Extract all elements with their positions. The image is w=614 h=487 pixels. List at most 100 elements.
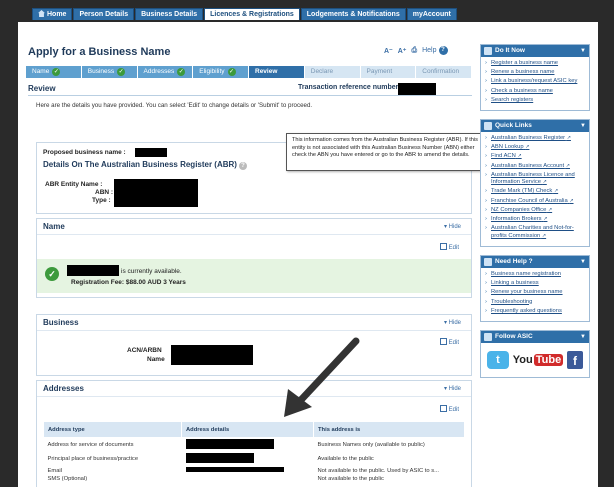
check-icon: ✓	[177, 68, 186, 76]
type-label: Type :	[92, 197, 111, 204]
sidebar-link[interactable]: Renew your business name	[485, 289, 585, 297]
sidebar-link[interactable]: Australian Charities and Not-for-profits…	[485, 225, 585, 240]
abn-label: ABN :	[95, 189, 114, 196]
name-edit-link[interactable]: Edit	[439, 243, 459, 251]
sidebar-link[interactable]: Australian Business Account ↗	[485, 163, 585, 171]
step-eligibility[interactable]: Eligibility ✓	[193, 66, 249, 78]
sidebar-link[interactable]: Renew a business name	[485, 69, 585, 77]
sidebar-link[interactable]: Australian Business Register ↗	[485, 135, 585, 143]
availability-text: is currently available.	[121, 268, 182, 275]
name-section: Name ▾ Hide Edit ✓ is currently availabl…	[36, 218, 472, 298]
do-it-now-box: Do It Now▼ Register a business name Rene…	[480, 44, 590, 111]
sidebar-link[interactable]: NZ Companies Office ↗	[485, 207, 585, 215]
twitter-icon[interactable]: t	[486, 350, 509, 369]
redacted-address	[185, 453, 254, 463]
external-link-icon: ↗	[541, 232, 547, 239]
sidebar: Do It Now▼ Register a business name Rene…	[480, 44, 590, 386]
sidebar-link[interactable]: Frequently asked questions	[485, 308, 585, 316]
help-icon: ?	[438, 46, 448, 55]
column-header: Address details	[181, 421, 314, 438]
page-title: Apply for a Business Name	[28, 46, 171, 58]
sidebar-link[interactable]: Link a business/request ASIC key	[485, 78, 585, 86]
business-section-header: Business ▾ Hide	[37, 315, 471, 331]
follow-asic-header[interactable]: Follow ASIC ▼	[481, 330, 589, 343]
business-edit-link[interactable]: Edit	[439, 338, 459, 346]
print-icon[interactable]: ⎙	[412, 47, 418, 55]
acn-label: ACN/ARBN	[127, 347, 162, 354]
step-payment: Payment	[360, 66, 417, 78]
chevron-down-icon: ▼	[580, 48, 586, 54]
sidebar-link[interactable]: Trade Mark (TM) Check ↗	[485, 188, 585, 196]
sidebar-link[interactable]: Linking a business	[485, 280, 585, 288]
tab-licences-registrations[interactable]: Licences & Registrations	[204, 8, 300, 20]
table-row: SMS (Optional) Not available to the publ…	[47, 476, 384, 482]
step-name[interactable]: Name ✓	[26, 66, 82, 78]
step-addresses[interactable]: Addresses ✓	[137, 66, 194, 78]
review-heading: Review	[28, 84, 56, 93]
review-intro: Here are the details you have provided. …	[36, 102, 313, 109]
sidebar-link[interactable]: Check a business name	[485, 88, 585, 96]
sidebar-link[interactable]: Find ACN ↗	[485, 153, 585, 161]
addresses-hide-link[interactable]: ▾ Hide	[444, 385, 461, 392]
redacted-email	[185, 467, 284, 472]
check-circle-icon: ✓	[45, 267, 59, 281]
pencil-icon	[484, 47, 492, 55]
name-hide-link[interactable]: ▾ Hide	[444, 223, 461, 230]
sidebar-link[interactable]: Search registers	[485, 97, 585, 105]
abr-help-icon[interactable]: ?	[238, 162, 247, 170]
chevron-down-icon: ▼	[580, 122, 586, 129]
text-size-increase-icon[interactable]: A⁺	[398, 47, 407, 55]
need-help-header[interactable]: Need Help ? ▼	[481, 256, 589, 268]
title-tools: A⁻ A⁺ ⎙ Help?	[384, 46, 448, 55]
do-it-now-header[interactable]: Do It Now ▼	[481, 45, 589, 57]
tab-lodgements-notifications[interactable]: Lodgements & Notifications	[300, 8, 406, 20]
business-name-label: Name	[147, 356, 165, 363]
addresses-section: Addresses ▾ Hide Edit Address type Addre…	[36, 380, 472, 487]
sidebar-link[interactable]: Business name registration	[485, 271, 585, 279]
step-review: Review	[249, 66, 305, 78]
external-link-icon: ↗	[553, 188, 559, 195]
help-button[interactable]: Help?	[422, 46, 448, 55]
external-link-icon: ↗	[566, 134, 571, 141]
addresses-table: Address type Address details This addres…	[43, 421, 465, 483]
people-icon	[484, 332, 492, 341]
redacted-business-name	[135, 148, 167, 157]
text-size-decrease-icon[interactable]: A⁻	[384, 47, 393, 55]
tab-person-details[interactable]: Person Details	[73, 8, 135, 20]
addresses-edit-link[interactable]: Edit	[439, 405, 459, 413]
abr-title: Details On The Australian Business Regis…	[43, 160, 247, 170]
table-row: Email Not available to the public. Used …	[47, 467, 439, 474]
sidebar-link[interactable]: Information Brokers ↗	[485, 216, 585, 224]
youtube-icon[interactable]: You Tube	[513, 353, 564, 366]
edit-icon	[439, 405, 447, 412]
sidebar-link[interactable]: Troubleshooting	[485, 299, 585, 307]
link-icon	[484, 121, 492, 130]
progress-steps: Name ✓ Business ✓ Addresses ✓ Eligibility ✓ …	[26, 66, 472, 78]
external-link-icon: ↗	[517, 153, 522, 160]
sidebar-link[interactable]: Franchise Council of Australia ↗	[485, 198, 585, 206]
proposed-name-label: Proposed business name :	[43, 149, 126, 156]
follow-asic-box: Follow ASIC ▼ t You Tube f	[480, 329, 590, 378]
review-header: Review Transaction reference number:	[28, 83, 472, 96]
check-icon: ✓	[52, 68, 61, 76]
business-hide-link[interactable]: ▾ Hide	[444, 319, 461, 326]
question-icon	[484, 258, 492, 266]
chevron-down-icon: ▼	[580, 259, 586, 265]
facebook-icon[interactable]: f	[567, 350, 584, 369]
page-container: Apply for a Business Name A⁻ A⁺ ⎙ Help? …	[18, 22, 598, 487]
abr-tooltip: This information comes from the Australi…	[286, 133, 494, 171]
social-links: t You Tube f	[481, 343, 589, 377]
redacted-business-name	[67, 265, 119, 276]
step-business[interactable]: Business ✓	[81, 66, 138, 78]
tab-home[interactable]: Home	[32, 8, 73, 20]
business-section: Business ▾ Hide Edit ACN/ARBN Name	[36, 314, 472, 376]
sidebar-link[interactable]: Register a business name	[485, 60, 585, 68]
tab-business-details[interactable]: Business Details	[135, 8, 204, 20]
redacted-address	[185, 439, 274, 449]
sidebar-link[interactable]: ABN Lookup ↗	[485, 144, 585, 152]
sidebar-link[interactable]: Australian Business Licence and Informat…	[485, 172, 585, 187]
quick-links-header[interactable]: Quick Links ▼	[481, 119, 589, 132]
need-help-box: Need Help ?▼ Business name registration …	[480, 255, 590, 322]
tab-myaccount[interactable]: myAccount	[406, 8, 457, 20]
home-icon	[38, 10, 45, 17]
